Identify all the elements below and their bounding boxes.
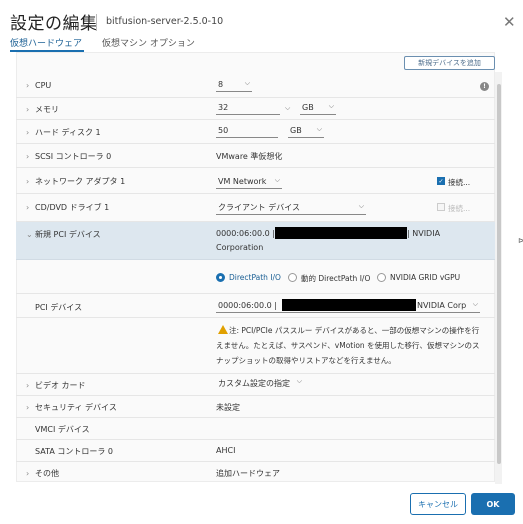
cd-dvd-connect-label: 接続... bbox=[448, 204, 471, 213]
radio-nvidia-grid-vgpu[interactable] bbox=[377, 273, 386, 282]
row-label-cd-dvd[interactable]: › CD/DVD ドライブ 1 bbox=[26, 202, 109, 213]
radio-dynamic-directpath-io[interactable] bbox=[288, 273, 297, 282]
chevron-right-icon[interactable]: › bbox=[26, 81, 35, 90]
row-label-hard-disk[interactable]: › ハード ディスク 1 bbox=[26, 127, 101, 138]
row-label-security[interactable]: › セキュリティ デバイス bbox=[26, 402, 117, 413]
chevron-down-icon: ⌵ bbox=[472, 300, 478, 308]
memory-input[interactable]: 32 bbox=[216, 101, 280, 115]
chevron-down-icon: ⌵ bbox=[316, 125, 322, 133]
row-label-memory[interactable]: › メモリ bbox=[26, 104, 59, 115]
chevron-down-icon: ⌵ bbox=[244, 79, 250, 87]
chevron-right-icon[interactable]: › bbox=[26, 469, 35, 478]
dialog-title: 設定の編集 bbox=[10, 14, 98, 34]
chevron-right-icon[interactable]: › bbox=[26, 152, 35, 161]
row-other: › その他 追加ハードウェア bbox=[16, 462, 495, 482]
network-select[interactable]: VM Network ⌵ bbox=[216, 175, 282, 189]
video-card-select[interactable]: カスタム設定の指定 ⌵ bbox=[216, 376, 304, 390]
row-label-cpu[interactable]: › CPU bbox=[26, 81, 51, 90]
row-vmci-device: VMCI デバイス bbox=[16, 418, 495, 440]
pci-address: 0000:06:00.0 | bbox=[216, 229, 275, 238]
chevron-down-icon: ⌵ bbox=[274, 176, 280, 184]
cancel-button[interactable]: キャンセル bbox=[410, 493, 466, 515]
chevron-right-icon[interactable]: › bbox=[26, 381, 35, 390]
row-sata-controller: SATA コントローラ 0 AHCI bbox=[16, 440, 495, 462]
row-label-other[interactable]: › その他 bbox=[26, 468, 59, 479]
cd-dvd-select[interactable]: クライアント デバイス ⌵ bbox=[216, 201, 366, 215]
radio-label-nvidia-grid-vgpu[interactable]: NVIDIA GRID vGPU bbox=[390, 273, 460, 282]
row-new-pci-device: ⌄ 新規 PCI デバイス bbox=[16, 222, 495, 260]
tab-vm-options[interactable]: 仮想マシン オプション bbox=[102, 36, 195, 49]
info-icon[interactable]: ! bbox=[480, 82, 489, 91]
row-scsi-controller: › SCSI コントローラ 0 VMware 準仮想化 bbox=[16, 144, 495, 168]
sata-value: AHCI bbox=[216, 446, 236, 455]
row-label-scsi[interactable]: › SCSI コントローラ 0 bbox=[26, 151, 111, 162]
scrollbar-thumb[interactable] bbox=[497, 84, 501, 464]
chevron-down-icon[interactable]: ⌄ bbox=[26, 230, 35, 239]
ok-button[interactable]: OK bbox=[471, 493, 515, 515]
tab-virtual-hardware[interactable]: 仮想ハードウェア bbox=[10, 36, 82, 49]
row-security-device: › セキュリティ デバイス 未設定 bbox=[16, 396, 495, 418]
memory-unit-select[interactable]: GB ⌵ bbox=[300, 101, 336, 115]
redaction-bar bbox=[282, 299, 416, 311]
cd-dvd-connect-checkbox[interactable] bbox=[437, 203, 445, 211]
chevron-right-icon[interactable]: › bbox=[26, 128, 35, 137]
chevron-down-icon: ⌵ bbox=[358, 202, 364, 210]
cpu-select[interactable]: 8 ⌵ bbox=[216, 78, 252, 92]
chevron-down-icon: ⌵ bbox=[296, 377, 302, 385]
pci-warning-text: 注: PCI/PCIe パススルー デバイスがあると、一部の仮想マシンの操作を行… bbox=[216, 326, 480, 365]
chevron-down-icon[interactable]: ⌵ bbox=[285, 104, 290, 113]
network-connect-label: 接続... bbox=[448, 178, 471, 187]
row-label-video[interactable]: › ビデオ カード bbox=[26, 380, 86, 391]
other-value: 追加ハードウェア bbox=[216, 469, 280, 478]
row-label-pci-device: PCI デバイス bbox=[35, 303, 83, 312]
title-divider bbox=[96, 14, 97, 31]
row-label-new-pci[interactable]: ⌄ 新規 PCI デバイス bbox=[26, 229, 101, 240]
chevron-right-icon[interactable]: › bbox=[26, 403, 35, 412]
radio-label-dynamic-directpath-io[interactable]: 動的 DirectPath I/O bbox=[301, 273, 370, 284]
close-icon[interactable]: ✕ bbox=[503, 13, 516, 31]
chevron-down-icon: ⌵ bbox=[328, 102, 334, 110]
network-connect-checkbox[interactable]: ✓ bbox=[437, 177, 445, 185]
row-cpu: › CPU bbox=[16, 74, 495, 98]
redaction-bar bbox=[275, 227, 407, 239]
mouse-cursor-icon: ⊳ bbox=[518, 236, 523, 245]
radio-label-directpath-io[interactable]: DirectPath I/O bbox=[229, 273, 281, 282]
row-label-network[interactable]: › ネットワーク アダプタ 1 bbox=[26, 176, 125, 187]
vm-name: bitfusion-server-2.5.0-10 bbox=[106, 16, 224, 27]
radio-directpath-io[interactable] bbox=[216, 273, 225, 282]
pci-vendor-line2: Corporation bbox=[216, 243, 264, 252]
add-new-device-button[interactable]: 新規デバイスを追加 bbox=[404, 56, 495, 70]
disk-size-input[interactable]: 50 bbox=[216, 124, 278, 138]
security-value: 未設定 bbox=[216, 403, 240, 412]
chevron-right-icon[interactable]: › bbox=[26, 177, 35, 186]
pci-device-vendor: NVIDIA Corp bbox=[417, 301, 467, 310]
disk-unit-select[interactable]: GB ⌵ bbox=[288, 124, 324, 138]
chevron-right-icon[interactable]: › bbox=[26, 203, 35, 212]
row-label-vmci: VMCI デバイス bbox=[35, 425, 90, 434]
chevron-right-icon[interactable]: › bbox=[26, 105, 35, 114]
pci-vendor: | NVIDIA bbox=[407, 229, 441, 238]
row-label-sata: SATA コントローラ 0 bbox=[35, 447, 113, 456]
scsi-value: VMware 準仮想化 bbox=[216, 152, 283, 161]
